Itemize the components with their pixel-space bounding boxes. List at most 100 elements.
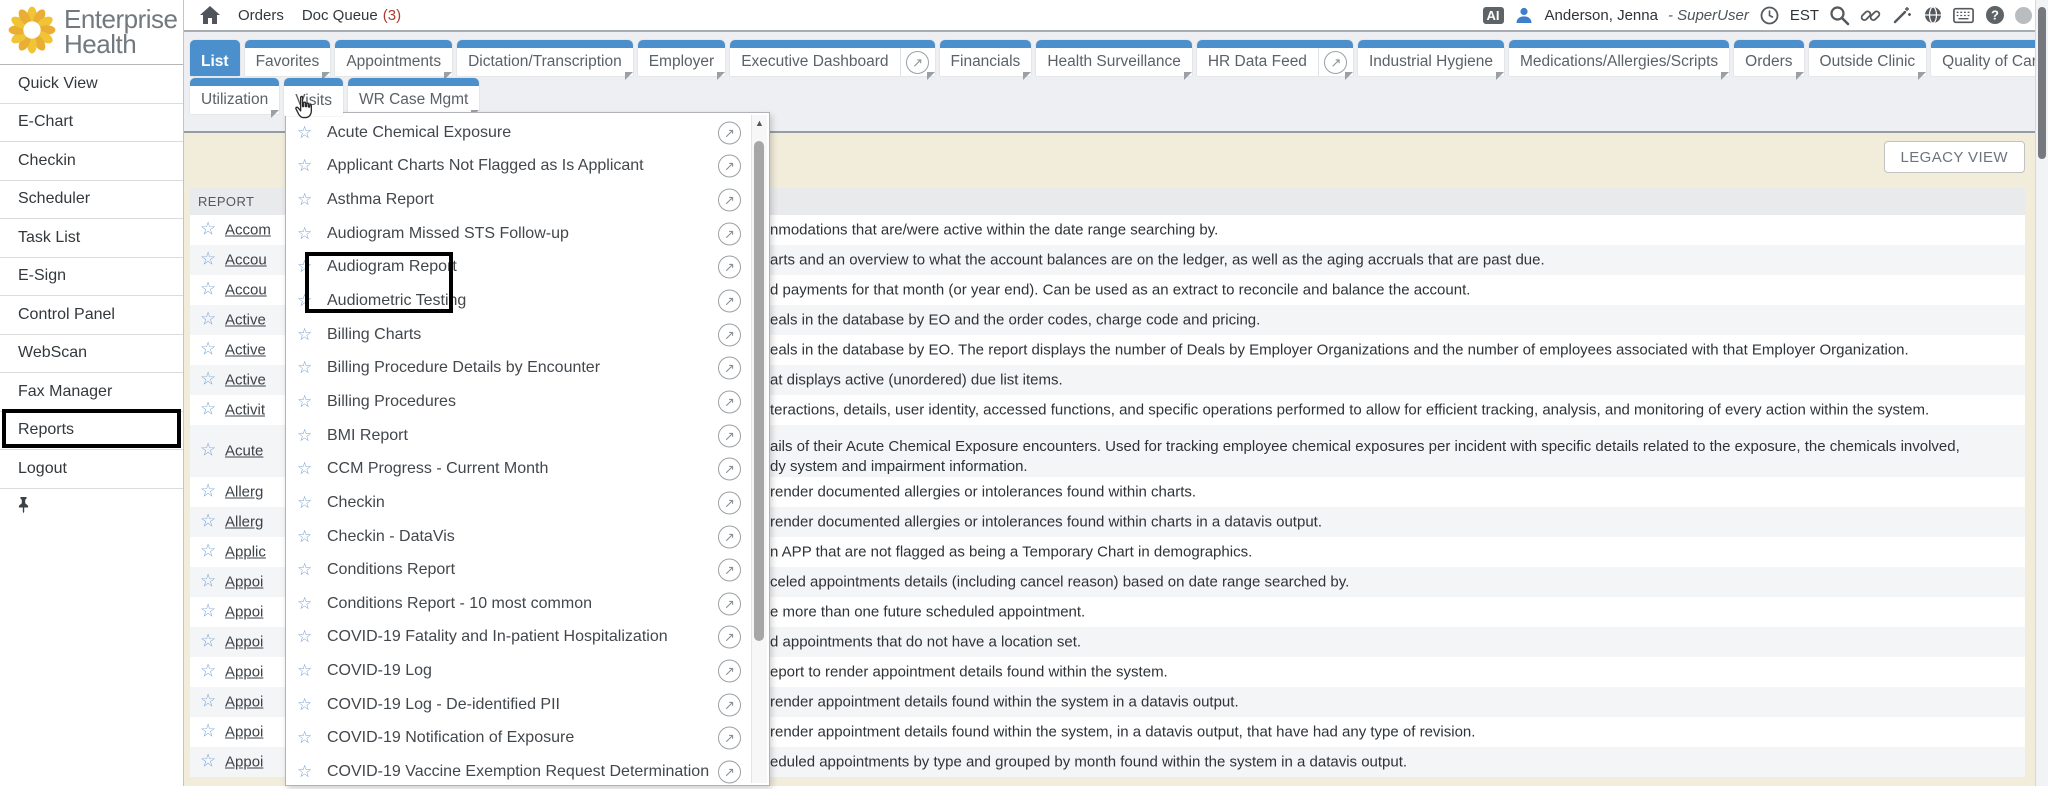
- favorite-star-icon[interactable]: ☆: [297, 493, 319, 513]
- report-link[interactable]: Active: [225, 342, 285, 359]
- dropdown-item-applicant-charts-not-flagged-as-is-applicant[interactable]: ☆Applicant Charts Not Flagged as Is Appl…: [286, 150, 769, 184]
- open-report-arrow-icon[interactable]: ↗: [718, 323, 741, 346]
- open-report-arrow-icon[interactable]: ↗: [718, 491, 741, 514]
- favorite-star-icon[interactable]: ☆: [200, 219, 216, 240]
- home-icon[interactable]: [199, 5, 220, 26]
- sidebar-pin[interactable]: [0, 489, 183, 526]
- favorite-star-icon[interactable]: ☆: [297, 695, 319, 715]
- open-report-arrow-icon[interactable]: ↗: [718, 155, 741, 178]
- dropdown-item-conditions-report[interactable]: ☆Conditions Report↗: [286, 553, 769, 587]
- favorite-star-icon[interactable]: ☆: [297, 123, 319, 143]
- sidebar-item-checkin[interactable]: Checkin: [0, 142, 183, 181]
- dropdown-item-audiometric-testing[interactable]: ☆Audiometric Testing↗: [286, 284, 769, 318]
- favorite-star-icon[interactable]: ☆: [200, 369, 216, 390]
- tab-industrial-hygiene[interactable]: Industrial Hygiene: [1358, 40, 1504, 76]
- dropdown-item-billing-charts[interactable]: ☆Billing Charts↗: [286, 318, 769, 352]
- favorite-star-icon[interactable]: ☆: [297, 224, 319, 244]
- help-icon[interactable]: ?: [1984, 5, 2005, 26]
- open-report-arrow-icon[interactable]: ↗: [718, 727, 741, 750]
- favorite-star-icon[interactable]: ☆: [297, 762, 319, 782]
- report-link[interactable]: Appoi: [225, 604, 285, 621]
- open-report-arrow-icon[interactable]: ↗: [718, 693, 741, 716]
- open-report-arrow-icon[interactable]: ↗: [718, 660, 741, 683]
- tab-dictation-transcription[interactable]: Dictation/Transcription: [457, 40, 633, 76]
- open-report-arrow-icon[interactable]: ↗: [718, 525, 741, 548]
- open-report-arrow-icon[interactable]: ↗: [718, 424, 741, 447]
- open-report-arrow-icon[interactable]: ↗: [718, 189, 741, 212]
- dropdown-item-acute-chemical-exposure[interactable]: ☆Acute Chemical Exposure↗: [286, 116, 769, 150]
- sidebar-item-quick-view[interactable]: Quick View: [0, 65, 183, 104]
- search-icon[interactable]: [1829, 5, 1850, 26]
- report-link[interactable]: Active: [225, 312, 285, 329]
- tab-orders[interactable]: Orders: [1734, 40, 1803, 76]
- favorite-star-icon[interactable]: ☆: [297, 728, 319, 748]
- favorite-star-icon[interactable]: ☆: [200, 339, 216, 360]
- dropdown-item-covid-19-log[interactable]: ☆COVID-19 Log↗: [286, 654, 769, 688]
- sidebar-item-e-sign[interactable]: E-Sign: [0, 258, 183, 297]
- favorite-star-icon[interactable]: ☆: [297, 190, 319, 210]
- page-scrollbar-thumb[interactable]: [2038, 7, 2046, 159]
- dropdown-item-billing-procedure-details-by-encounter[interactable]: ☆Billing Procedure Details by Encounter↗: [286, 351, 769, 385]
- report-link[interactable]: Acute: [225, 443, 285, 460]
- external-link-button[interactable]: ↗: [1318, 48, 1353, 76]
- favorite-star-icon[interactable]: ☆: [200, 661, 216, 682]
- dropdown-item-audiogram-report[interactable]: ☆Audiogram Report↗: [286, 251, 769, 285]
- tab-wr-case-mgmt[interactable]: WR Case Mgmt: [348, 78, 479, 114]
- tab-financials[interactable]: Financials: [940, 40, 1032, 76]
- favorite-star-icon[interactable]: ☆: [297, 291, 319, 311]
- open-report-arrow-icon[interactable]: ↗: [718, 592, 741, 615]
- favorite-star-icon[interactable]: ☆: [200, 601, 216, 622]
- sidebar-item-task-list[interactable]: Task List: [0, 219, 183, 258]
- sidebar-item-reports[interactable]: Reports: [0, 412, 183, 451]
- favorite-star-icon[interactable]: ☆: [200, 541, 216, 562]
- dropdown-item-billing-procedures[interactable]: ☆Billing Procedures↗: [286, 385, 769, 419]
- report-link[interactable]: Activit: [225, 402, 285, 419]
- sidebar-item-scheduler[interactable]: Scheduler: [0, 181, 183, 220]
- open-report-arrow-icon[interactable]: ↗: [718, 390, 741, 413]
- dropdown-item-asthma-report[interactable]: ☆Asthma Report↗: [286, 183, 769, 217]
- favorite-star-icon[interactable]: ☆: [200, 511, 216, 532]
- favorite-star-icon[interactable]: ☆: [297, 257, 319, 277]
- favorite-star-icon[interactable]: ☆: [297, 560, 319, 580]
- sidebar-item-e-chart[interactable]: E-Chart: [0, 104, 183, 143]
- globe-icon[interactable]: [1922, 5, 1943, 26]
- wand-icon[interactable]: [1891, 5, 1912, 26]
- external-link-button[interactable]: ↗: [900, 48, 935, 76]
- open-report-arrow-icon[interactable]: ↗: [718, 626, 741, 649]
- favorite-star-icon[interactable]: ☆: [200, 481, 216, 502]
- tab-quality-of-care[interactable]: Quality of Care: [1931, 40, 2048, 76]
- favorite-star-icon[interactable]: ☆: [297, 325, 319, 345]
- sidebar-item-control-panel[interactable]: Control Panel: [0, 296, 183, 335]
- dropdown-item-checkin[interactable]: ☆Checkin↗: [286, 486, 769, 520]
- keyboard-icon[interactable]: [1953, 5, 1974, 26]
- report-link[interactable]: Applic: [225, 544, 285, 561]
- dropdown-item-covid-19-notification-of-exposure[interactable]: ☆COVID-19 Notification of Exposure↗: [286, 722, 769, 756]
- favorite-star-icon[interactable]: ☆: [297, 156, 319, 176]
- tab-health-surveillance[interactable]: Health Surveillance: [1036, 40, 1192, 76]
- tab-appointments[interactable]: Appointments: [335, 40, 452, 76]
- breadcrumb-doc-queue[interactable]: Doc Queue(3): [302, 7, 401, 24]
- dropdown-item-audiogram-missed-sts-follow-up[interactable]: ☆Audiogram Missed STS Follow-up↗: [286, 217, 769, 251]
- dropdown-item-conditions-report-10-most-common[interactable]: ☆Conditions Report - 10 most common↗: [286, 587, 769, 621]
- breadcrumb-orders[interactable]: Orders: [238, 7, 284, 24]
- favorite-star-icon[interactable]: ☆: [200, 309, 216, 330]
- open-report-arrow-icon[interactable]: ↗: [718, 357, 741, 380]
- open-report-arrow-icon[interactable]: ↗: [718, 256, 741, 279]
- favorite-star-icon[interactable]: ☆: [200, 571, 216, 592]
- favorite-star-icon[interactable]: ☆: [297, 459, 319, 479]
- favorite-star-icon[interactable]: ☆: [297, 358, 319, 378]
- user-name[interactable]: Anderson, Jenna: [1545, 7, 1658, 24]
- tab-executive-dashboard[interactable]: Executive Dashboard↗: [730, 40, 934, 76]
- clock-icon[interactable]: [1759, 5, 1780, 26]
- dropdown-item-covid-19-fatality-and-in-patient-hospitalization[interactable]: ☆COVID-19 Fatality and In-patient Hospit…: [286, 621, 769, 655]
- sidebar-item-logout[interactable]: Logout: [0, 450, 183, 489]
- tab-outside-clinic[interactable]: Outside Clinic: [1809, 40, 1927, 76]
- favorite-star-icon[interactable]: ☆: [200, 631, 216, 652]
- open-report-arrow-icon[interactable]: ↗: [718, 760, 741, 783]
- page-scrollbar[interactable]: [2035, 0, 2048, 786]
- favorite-star-icon[interactable]: ☆: [200, 691, 216, 712]
- report-link[interactable]: Appoi: [225, 754, 285, 771]
- ai-badge[interactable]: AI: [1483, 7, 1504, 24]
- tab-list[interactable]: List: [190, 40, 240, 76]
- open-report-arrow-icon[interactable]: ↗: [718, 290, 741, 313]
